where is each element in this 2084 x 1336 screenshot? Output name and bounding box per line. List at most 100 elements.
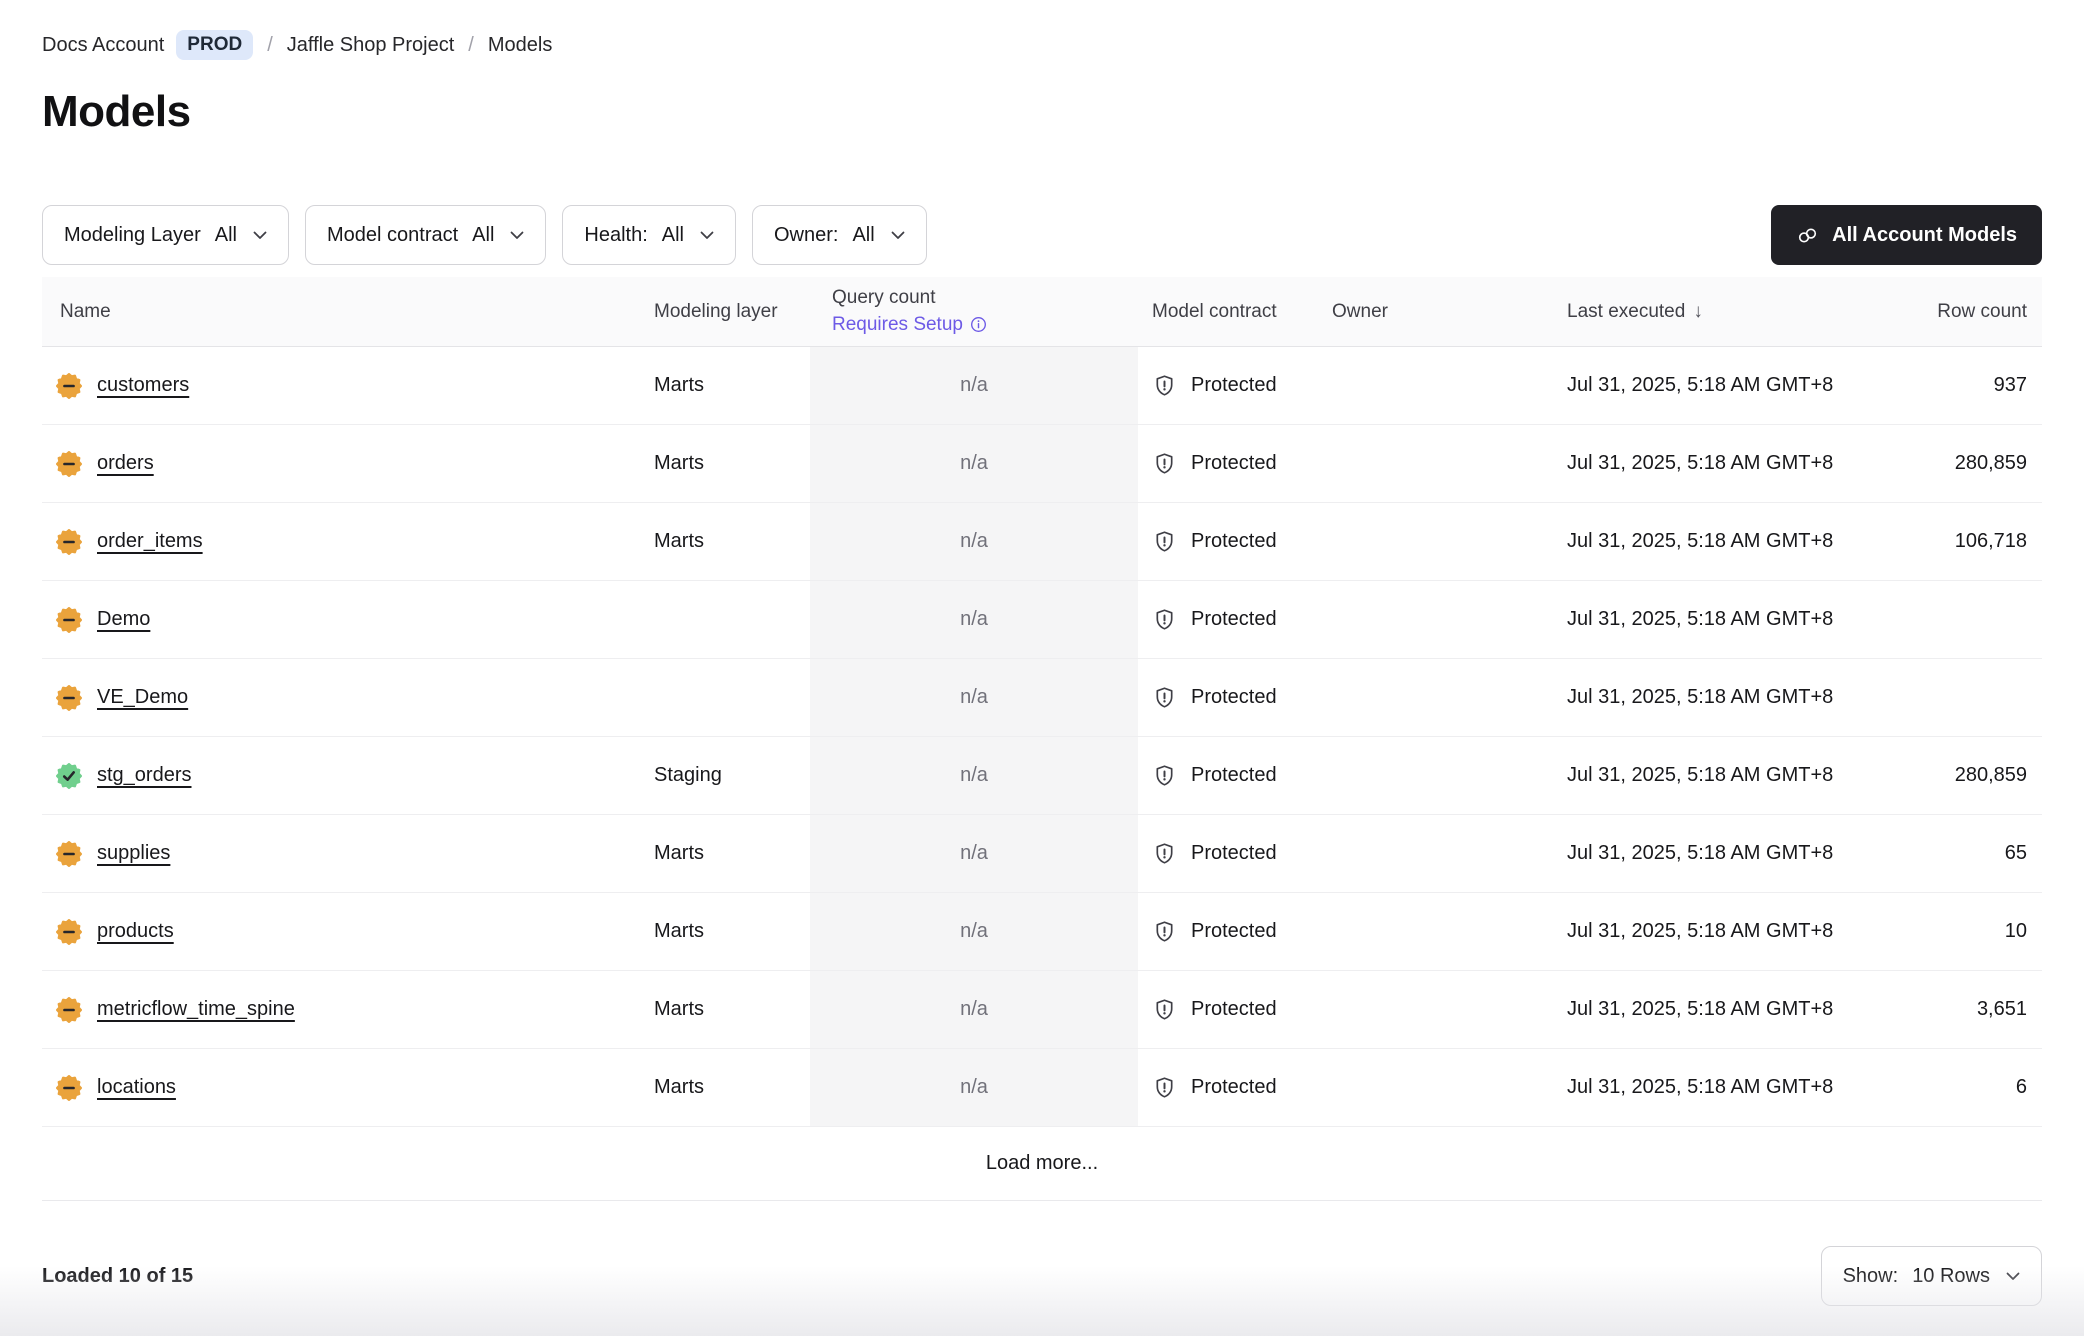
model-contract-cell: Protected [1138,347,1330,424]
table-row: orders Marts n/a Protected Jul 31, 2025,… [42,425,2042,503]
name-cell: customers [42,347,650,424]
last-executed-cell: Jul 31, 2025, 5:18 AM GMT+8 [1470,815,1905,892]
owner-cell [1330,503,1470,580]
breadcrumb: Docs Account PROD / Jaffle Shop Project … [42,0,2042,60]
modeling-layer-cell: Marts [650,815,810,892]
requires-setup-link[interactable]: Requires Setup [832,312,988,339]
row-count-cell: 937 [1905,347,2042,424]
model-name-link[interactable]: stg_orders [97,764,192,787]
last-executed-cell: Jul 31, 2025, 5:18 AM GMT+8 [1470,581,1905,658]
filter-label: Model contract [327,224,458,247]
model-name-link[interactable]: VE_Demo [97,686,188,709]
filter-value: All [472,224,494,247]
table-row: supplies Marts n/a Protected Jul 31, 202… [42,815,2042,893]
modeling-layer-cell [650,581,810,658]
table-row: locations Marts n/a Protected Jul 31, 20… [42,1049,2042,1127]
shield-exclamation-icon [1152,763,1177,788]
name-cell: products [42,893,650,970]
shield-exclamation-icon [1152,607,1177,632]
show-rows-label: Show: [1843,1265,1899,1288]
all-account-models-label: All Account Models [1832,224,2017,247]
header-last-executed[interactable]: Last executed ↓ [1470,293,1905,331]
row-count-cell: 10 [1905,893,2042,970]
model-contract-cell: Protected [1138,815,1330,892]
model-name-link[interactable]: customers [97,374,189,397]
owner-cell [1330,659,1470,736]
filter-value: All [662,224,684,247]
filter-modeling-layer[interactable]: Modeling Layer All [42,205,289,265]
load-more-row: Load more... [42,1127,2042,1201]
all-account-models-button[interactable]: All Account Models [1771,205,2042,265]
modeling-layer-cell: Marts [650,1049,810,1126]
health-warning-icon [56,919,82,945]
row-count-cell: 280,859 [1905,425,2042,502]
header-query-count: Query count Requires Setup [810,277,1138,346]
model-contract-label: Protected [1191,452,1277,475]
model-contract-label: Protected [1191,1076,1277,1099]
query-count-cell: n/a [810,347,1138,424]
owner-cell [1330,893,1470,970]
header-query-count-label: Query count [832,285,1138,312]
breadcrumb-separator: / [466,34,476,57]
last-executed-cell: Jul 31, 2025, 5:18 AM GMT+8 [1470,347,1905,424]
chain-link-icon [1796,224,1819,247]
sort-descending-icon: ↓ [1693,301,1703,322]
query-count-cell: n/a [810,815,1138,892]
load-more-link[interactable]: Load more... [986,1152,1098,1175]
chevron-down-icon [253,231,267,240]
model-name-link[interactable]: supplies [97,842,170,865]
query-count-cell: n/a [810,659,1138,736]
model-contract-cell: Protected [1138,737,1330,814]
table-row: stg_orders Staging n/a Protected Jul 31,… [42,737,2042,815]
show-rows-dropdown[interactable]: Show: 10 Rows [1821,1246,2042,1306]
model-name-link[interactable]: locations [97,1076,176,1099]
loaded-count-text: Loaded 10 of 15 [42,1265,193,1288]
row-count-cell [1905,659,2042,736]
model-name-link[interactable]: metricflow_time_spine [97,998,295,1021]
header-last-executed-label: Last executed [1567,301,1685,322]
table-row: Demo n/a Protected Jul 31, 2025, 5:18 AM… [42,581,2042,659]
health-warning-icon [56,841,82,867]
shield-exclamation-icon [1152,919,1177,944]
name-cell: metricflow_time_spine [42,971,650,1048]
modeling-layer-cell: Marts [650,893,810,970]
owner-cell [1330,347,1470,424]
info-circle-icon [969,315,988,334]
model-contract-label: Protected [1191,842,1277,865]
chevron-down-icon [2006,1272,2020,1281]
filter-model-contract[interactable]: Model contract All [305,205,546,265]
name-cell: stg_orders [42,737,650,814]
query-count-cell: n/a [810,893,1138,970]
header-model-contract: Model contract [1138,293,1330,331]
query-count-cell: n/a [810,1049,1138,1126]
health-success-icon [56,763,82,789]
filter-value: All [852,224,874,247]
shield-exclamation-icon [1152,373,1177,398]
table-row: order_items Marts n/a Protected Jul 31, … [42,503,2042,581]
shield-exclamation-icon [1152,529,1177,554]
query-count-cell: n/a [810,737,1138,814]
owner-cell [1330,737,1470,814]
health-warning-icon [56,685,82,711]
filter-health[interactable]: Health: All [562,205,736,265]
name-cell: Demo [42,581,650,658]
table-row: customers Marts n/a Protected Jul 31, 20… [42,347,2042,425]
chevron-down-icon [700,231,714,240]
model-name-link[interactable]: Demo [97,608,150,631]
shield-exclamation-icon [1152,1075,1177,1100]
shield-exclamation-icon [1152,841,1177,866]
breadcrumb-account[interactable]: Docs Account [42,34,164,57]
model-contract-label: Protected [1191,530,1277,553]
filter-owner[interactable]: Owner: All [752,205,927,265]
model-name-link[interactable]: order_items [97,530,203,553]
model-name-link[interactable]: orders [97,452,154,475]
health-warning-icon [56,529,82,555]
breadcrumb-project[interactable]: Jaffle Shop Project [287,34,455,57]
model-name-link[interactable]: products [97,920,174,943]
modeling-layer-cell [650,659,810,736]
last-executed-cell: Jul 31, 2025, 5:18 AM GMT+8 [1470,503,1905,580]
model-contract-label: Protected [1191,998,1277,1021]
model-contract-label: Protected [1191,686,1277,709]
filter-label: Owner: [774,224,838,247]
last-executed-cell: Jul 31, 2025, 5:18 AM GMT+8 [1470,1049,1905,1126]
